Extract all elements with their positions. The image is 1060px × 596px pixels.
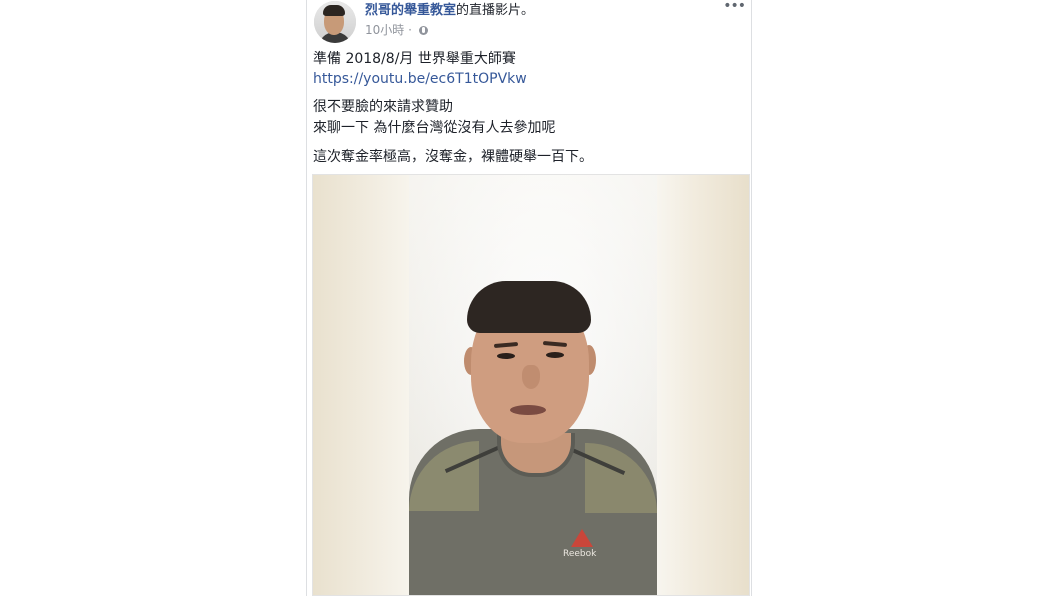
page-avatar[interactable] — [314, 1, 356, 43]
post-line-3: 來聊一下 為什麼台灣從沒有人去參加呢 — [313, 120, 556, 136]
video-frame: Reebok — [409, 175, 657, 595]
header-suffix: 的直播影片。 — [456, 3, 535, 18]
man-nose — [522, 365, 540, 389]
meta-separator: · — [408, 23, 412, 37]
man-hair — [467, 281, 591, 333]
video-player[interactable]: Reebok — [312, 174, 750, 596]
man-right-eye — [546, 352, 564, 358]
post-line-2: 很不要臉的來請求贊助 — [313, 99, 453, 115]
post-line-4: 這次奪金率極高，沒奪金，裸體硬舉一百下。 — [313, 149, 593, 165]
post-card: 烈哥的舉重教室的直播影片。 10小時 · ••• 準備 2018/8/月 世界舉… — [306, 0, 752, 596]
youtube-link[interactable]: https://youtu.be/ec6T1tOPVkw — [313, 70, 527, 88]
video-blur-right — [655, 175, 749, 595]
post-header: 烈哥的舉重教室的直播影片。 — [365, 3, 534, 19]
shirt-logo-text: Reebok — [563, 549, 597, 559]
video-blur-left — [313, 175, 409, 595]
globe-icon[interactable] — [418, 26, 428, 35]
man-mouth — [510, 405, 546, 415]
post-line-1: 準備 2018/8/月 世界舉重大師賽 — [313, 51, 516, 67]
post-time[interactable]: 10小時 — [365, 23, 404, 37]
avatar-hair — [323, 5, 345, 16]
man-left-eye — [497, 353, 515, 359]
post-meta: 10小時 · — [365, 23, 428, 38]
more-icon[interactable]: ••• — [723, 0, 746, 13]
page-name-link[interactable]: 烈哥的舉重教室 — [365, 3, 456, 18]
